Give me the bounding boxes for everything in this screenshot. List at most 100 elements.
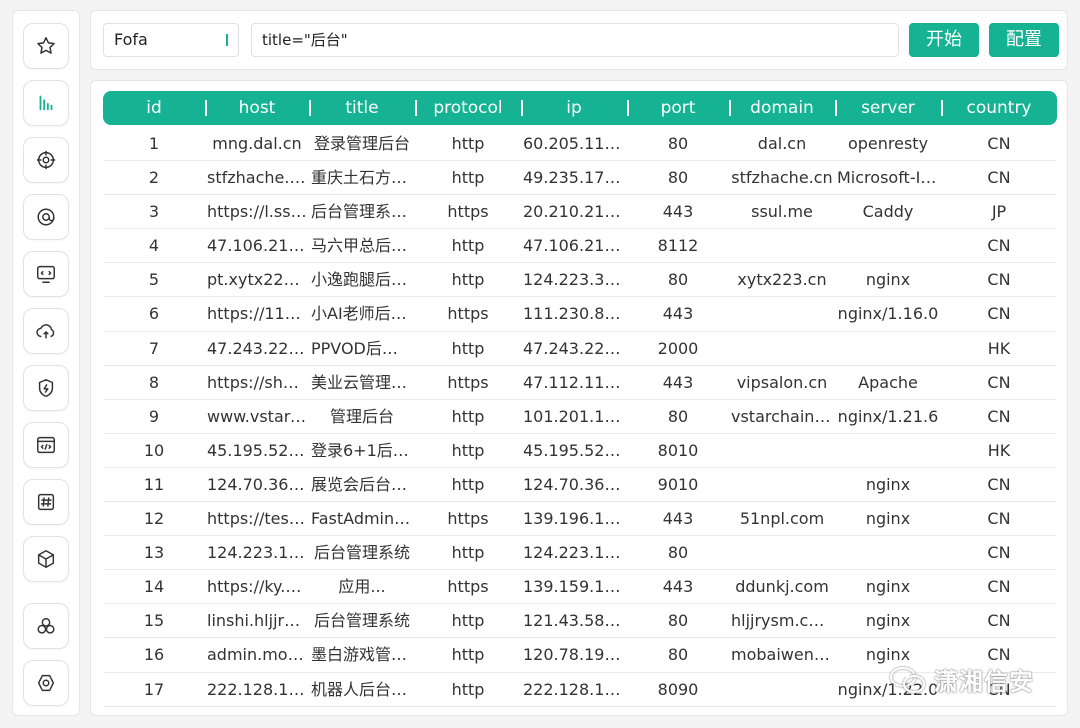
- table-row[interactable]: 12 https://test.... FastAdmin - ... https 13…: [103, 502, 1057, 537]
- cell-protocol: http: [451, 406, 485, 426]
- sidebar-item-settings[interactable]: [23, 660, 69, 706]
- cell-id: 5: [148, 270, 160, 290]
- cell-title: 后台管理系统: [313, 611, 410, 631]
- cell-port: 9010: [657, 474, 699, 494]
- cell-domain: dal.cn: [757, 134, 807, 153]
- sidebar-item-favorites[interactable]: [23, 23, 69, 69]
- cell-id: 12: [143, 509, 165, 529]
- cell-id: 1: [148, 134, 160, 153]
- table-row[interactable]: 14 https://ky.dd... 应用... https 139.159.148.…: [103, 570, 1057, 605]
- table-row[interactable]: 747.243.229.2...PPVOD后台...http47.243.229…: [103, 332, 1057, 366]
- cell-domain: vstarchain.c...: [731, 406, 835, 426]
- cell-server: nginx: [865, 577, 911, 597]
- cell-protocol: http: [451, 543, 485, 563]
- sidebar-item-monitor[interactable]: [23, 251, 69, 297]
- cell-id: 15: [143, 611, 165, 631]
- table-row[interactable]: 10 45.195.52.16...登录6+1后台... http 45.195.52…: [103, 434, 1057, 468]
- cell-country: CN: [987, 406, 1011, 426]
- cell-ip: 124.223.193....: [523, 543, 627, 563]
- cell-host: 47.243.229.2...: [207, 338, 309, 358]
- table-row[interactable]: 13124.223.193....后台管理系统http124.223.193..…: [103, 536, 1057, 571]
- cell-host: pt.xytx223.cn: [207, 270, 309, 290]
- table-row[interactable]: 9 www.vstarch... 管理后台 http 101.201.100.... 80…: [103, 400, 1057, 434]
- table-row[interactable]: 11 124.70.36.18...展览会后台管... http 124.70.36.…: [103, 468, 1057, 503]
- sidebar-item-target[interactable]: [23, 137, 69, 183]
- cell-title: 展览会后台管...: [311, 474, 415, 494]
- cell-protocol: http: [451, 474, 485, 494]
- column-header-protocol[interactable]: protocol: [415, 91, 521, 125]
- query-input[interactable]: title="后台": [251, 23, 899, 57]
- sidebar-item-stats[interactable]: [23, 80, 69, 126]
- cell-host: stfzhache.cn: [207, 168, 309, 188]
- sidebar-item-security[interactable]: [23, 365, 69, 411]
- start-button[interactable]: 开始: [909, 23, 979, 57]
- column-header-ip[interactable]: ip: [521, 91, 627, 125]
- wechat-icon: [890, 666, 925, 693]
- cell-host: https://111....: [207, 304, 309, 324]
- cell-host: admin.moba...: [207, 645, 309, 665]
- cell-host: 124.223.193....: [207, 543, 309, 563]
- cell-ip: 139.159.148....: [523, 577, 627, 597]
- column-header-host[interactable]: host: [205, 91, 309, 125]
- config-button[interactable]: 配置: [989, 23, 1059, 57]
- cell-domain: [729, 434, 835, 467]
- cell-domain: [729, 229, 835, 262]
- table-row[interactable]: 2stfzhache.cn重庆土石方渣...http49.235.177.1..…: [103, 161, 1057, 196]
- column-header-title[interactable]: title: [309, 91, 415, 125]
- table-row[interactable]: 4 47.106.215.3...马六甲总后台... http 47.106.215.…: [103, 229, 1057, 264]
- cell-title: 后台管理系统...: [311, 202, 415, 222]
- cell-id: 3: [148, 202, 160, 222]
- cell-protocol: https: [447, 577, 489, 597]
- cell-server: nginx: [865, 270, 911, 290]
- cell-host: https://test....: [207, 509, 309, 529]
- engine-select[interactable]: Fofa: [103, 23, 239, 57]
- cell-id: 6: [148, 304, 160, 324]
- cell-protocol: https: [447, 202, 489, 222]
- cell-id: 13: [143, 543, 165, 563]
- cell-title: PPVOD后台...: [311, 338, 414, 358]
- watermark-text: 潇湘信安: [934, 668, 1034, 696]
- column-header-domain[interactable]: domain: [729, 91, 835, 125]
- cell-port: 443: [662, 372, 694, 392]
- cell-host: www.vstarch...: [207, 406, 309, 426]
- cell-host: https://ky.dd...: [207, 577, 309, 597]
- table-row[interactable]: 3 https://l.ssul....后台管理系统... https 20.210.…: [103, 195, 1057, 230]
- column-header-id[interactable]: id: [103, 91, 205, 125]
- sidebar-item-cube[interactable]: [23, 536, 69, 582]
- table-row[interactable]: 15 linshi.hljjrys... 后台管理系统 http 121.43.58.1…: [103, 604, 1057, 639]
- cell-country: JP: [991, 202, 1007, 222]
- cell-port: 80: [667, 406, 689, 426]
- table-row[interactable]: 6 https://111.... 小AI老师后台... https 111.230.8…: [103, 297, 1057, 332]
- bar-chart-icon: [39, 95, 53, 111]
- cell-protocol: http: [451, 611, 485, 631]
- column-header-port[interactable]: port: [627, 91, 729, 125]
- cell-id: 14: [143, 577, 165, 597]
- cell-title: 马六甲总后台...: [311, 236, 415, 256]
- column-header-server[interactable]: server: [835, 91, 941, 125]
- cell-port: 80: [667, 134, 689, 153]
- cell-ip: 124.223.3.245: [523, 270, 627, 290]
- hexagon-settings-icon: [37, 674, 55, 692]
- hashtag-icon: [37, 493, 55, 511]
- table-row[interactable]: 5 pt.xytx223.cn小逸跑腿后台... http 124.223.3.245…: [103, 263, 1057, 298]
- sidebar-item-code[interactable]: [23, 422, 69, 468]
- table-header: id host title protocol ip port domain server cou…: [103, 91, 1057, 125]
- cell-domain: [729, 297, 835, 330]
- sidebar-item-mail[interactable]: [23, 194, 69, 240]
- sidebar-item-hash[interactable]: [23, 479, 69, 525]
- cell-country: CN: [987, 236, 1011, 256]
- cell-country: HK: [987, 338, 1011, 358]
- star-icon: [37, 37, 55, 54]
- cell-domain: ddunkj.com: [735, 577, 829, 597]
- cell-id: 17: [143, 679, 165, 699]
- cell-ip: 45.195.52.164: [523, 440, 627, 460]
- sidebar-item-cloud[interactable]: [23, 308, 69, 354]
- cell-server: nginx: [865, 509, 911, 529]
- sidebar-item-plugins[interactable]: [23, 603, 69, 649]
- table-row[interactable]: 1 mng.dal.cn 登录管理后台 http 60.205.115.18 80 dal.…: [103, 127, 1057, 162]
- cell-country: CN: [987, 611, 1011, 631]
- cell-protocol: http: [451, 440, 485, 460]
- table-row[interactable]: 8 https://shop... 美业云管理后... https 47.112.117…: [103, 366, 1057, 400]
- column-header-country[interactable]: country: [941, 91, 1057, 125]
- cell-port: 443: [662, 304, 694, 324]
